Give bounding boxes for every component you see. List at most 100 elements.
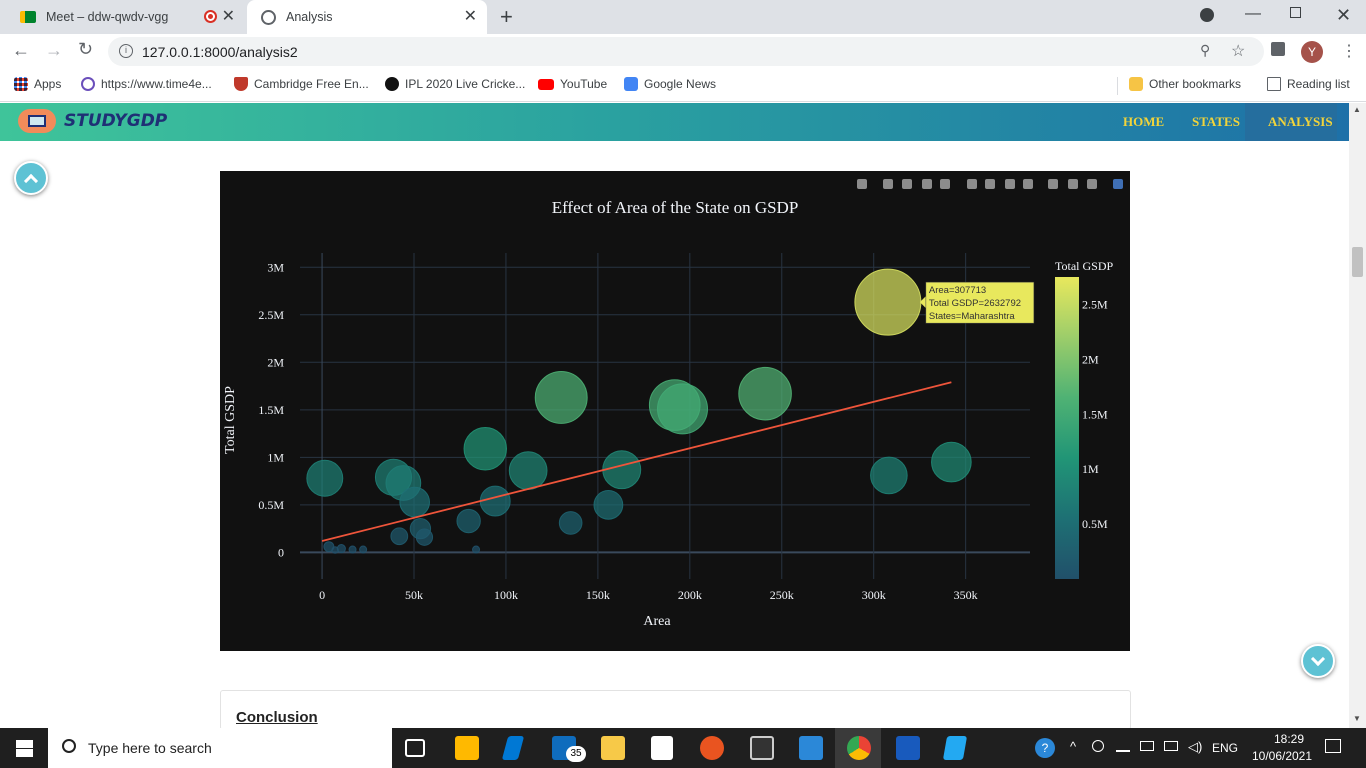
spike-lines-icon[interactable] xyxy=(1048,179,1058,189)
tab-meet[interactable]: Meet – ddw-qwdv-vgg ✕ xyxy=(0,0,245,34)
chart-container[interactable]: Effect of Area of the State on GSDP 0 0.5… xyxy=(220,171,1130,651)
zoom-in-icon[interactable] xyxy=(967,179,977,189)
data-point[interactable] xyxy=(870,456,908,495)
taskbar-search[interactable]: Type here to search xyxy=(48,728,392,768)
clock-time[interactable]: 18:29 xyxy=(1264,732,1314,746)
clock-date[interactable]: 10/06/2021 xyxy=(1250,749,1314,763)
ubuntu-icon[interactable] xyxy=(700,736,724,760)
data-point[interactable] xyxy=(331,546,339,554)
data-point[interactable] xyxy=(472,545,481,554)
lasso-icon[interactable] xyxy=(940,179,950,189)
volume-icon[interactable]: ◁) xyxy=(1188,739,1202,755)
file-explorer-icon[interactable] xyxy=(601,736,625,760)
data-point[interactable] xyxy=(306,459,344,497)
scroll-down-arrow-icon[interactable]: ▼ xyxy=(1353,714,1361,723)
data-point[interactable] xyxy=(854,268,922,336)
pan-icon[interactable] xyxy=(902,179,912,189)
data-point[interactable] xyxy=(534,371,588,424)
restore-button[interactable] xyxy=(1290,7,1301,18)
info-icon: i xyxy=(119,44,133,58)
new-tab-button[interactable]: + xyxy=(500,4,513,30)
terminal-icon[interactable] xyxy=(750,736,774,760)
bookmark-ipl[interactable]: IPL 2020 Live Cricke... xyxy=(385,77,525,91)
bookmark-google-news[interactable]: Google News xyxy=(624,77,716,91)
bookmark-time4e[interactable]: https://www.time4e... xyxy=(81,77,212,91)
hover-compare-icon[interactable] xyxy=(1087,179,1097,189)
reset-axes-icon[interactable] xyxy=(1023,179,1033,189)
star-icon[interactable]: ☆ xyxy=(1231,41,1245,61)
gsdp-area-chart[interactable]: Effect of Area of the State on GSDP 0 0.5… xyxy=(220,171,1130,651)
data-points[interactable] xyxy=(306,268,972,554)
data-point[interactable] xyxy=(593,489,624,520)
store-icon[interactable] xyxy=(455,736,479,760)
help-icon[interactable]: ? xyxy=(1035,738,1055,758)
dropbox-icon[interactable] xyxy=(651,736,673,760)
task-view-icon[interactable] xyxy=(405,739,425,757)
tab-search-icon[interactable] xyxy=(1200,8,1214,22)
data-point[interactable] xyxy=(415,528,434,546)
data-point[interactable] xyxy=(348,545,357,554)
data-point[interactable] xyxy=(558,511,583,535)
battery-icon[interactable] xyxy=(1140,741,1154,751)
menu-icon[interactable]: ⋮ xyxy=(1341,41,1357,61)
display-icon[interactable] xyxy=(1164,741,1178,751)
plotly-logo-icon[interactable] xyxy=(1113,179,1123,189)
autoscale-icon[interactable] xyxy=(1005,179,1015,189)
data-point[interactable] xyxy=(359,545,368,554)
close-window-button[interactable]: ✕ xyxy=(1336,5,1351,26)
nav-states[interactable]: STATES xyxy=(1192,114,1240,130)
nav-analysis[interactable]: ANALYSIS xyxy=(1268,114,1333,130)
data-point[interactable] xyxy=(508,451,548,491)
data-point[interactable] xyxy=(456,508,481,534)
data-point[interactable] xyxy=(657,383,709,435)
language-indicator[interactable]: ENG xyxy=(1212,741,1238,755)
network-icon[interactable] xyxy=(1116,740,1130,752)
extensions-icon[interactable] xyxy=(1271,42,1285,56)
reading-list[interactable]: Reading list xyxy=(1267,77,1350,91)
chevron-up-icon[interactable]: ^ xyxy=(1070,739,1076,754)
data-point[interactable] xyxy=(390,527,409,546)
colorbar: Total GSDP 0.5M 1M 1.5M 2M 2.5M xyxy=(1055,259,1113,579)
box-select-icon[interactable] xyxy=(922,179,932,189)
site-logo[interactable]: STUDYGDP xyxy=(18,109,167,133)
word-icon[interactable] xyxy=(896,736,920,760)
vscode-icon[interactable] xyxy=(942,736,968,760)
power-automate-icon[interactable] xyxy=(501,736,525,760)
onedrive-icon[interactable] xyxy=(1092,740,1104,752)
bookmark-youtube[interactable]: YouTube xyxy=(538,77,607,91)
trendline-path xyxy=(321,381,952,542)
data-point[interactable] xyxy=(931,441,972,483)
data-point[interactable] xyxy=(602,450,642,490)
bookmark-cambridge[interactable]: Cambridge Free En... xyxy=(234,77,369,91)
scroll-up-arrow-icon[interactable]: ▲ xyxy=(1353,105,1361,114)
reload-icon[interactable]: ↻ xyxy=(78,39,93,60)
data-point[interactable] xyxy=(479,485,511,517)
bookmark-apps[interactable]: Apps xyxy=(14,77,61,91)
forward-icon[interactable]: → xyxy=(45,40,63,61)
windows-start-icon[interactable] xyxy=(16,740,33,757)
back-icon[interactable]: ← xyxy=(12,40,30,61)
minimize-button[interactable]: — xyxy=(1245,5,1261,23)
hover-closest-icon[interactable] xyxy=(1068,179,1078,189)
close-icon[interactable]: ✕ xyxy=(464,9,477,25)
tab-analysis[interactable]: Analysis ✕ xyxy=(247,0,487,34)
data-point[interactable] xyxy=(399,486,430,518)
data-point[interactable] xyxy=(463,427,507,471)
close-icon[interactable]: ✕ xyxy=(222,9,235,25)
avatar[interactable]: Y xyxy=(1301,41,1323,63)
zoom-icon[interactable] xyxy=(883,179,893,189)
scroll-up-button[interactable] xyxy=(14,161,48,195)
chrome-icon[interactable] xyxy=(847,736,871,760)
wps-icon[interactable] xyxy=(799,736,823,760)
zoom-out-icon[interactable] xyxy=(985,179,995,189)
notifications-icon[interactable] xyxy=(1325,739,1341,753)
page-scrollbar[interactable]: ▲ ▼ xyxy=(1349,103,1366,728)
scroll-down-button[interactable] xyxy=(1301,644,1335,678)
zoom-icon[interactable]: ⚲ xyxy=(1200,42,1210,59)
data-point[interactable] xyxy=(738,366,792,421)
scrollbar-thumb[interactable] xyxy=(1352,247,1363,277)
nav-home[interactable]: HOME xyxy=(1123,114,1164,130)
address-bar[interactable]: i 127.0.0.1:8000/analysis2 ⚲ ☆ xyxy=(108,37,1264,66)
other-bookmarks[interactable]: Other bookmarks xyxy=(1129,77,1241,91)
camera-icon[interactable] xyxy=(857,179,867,189)
